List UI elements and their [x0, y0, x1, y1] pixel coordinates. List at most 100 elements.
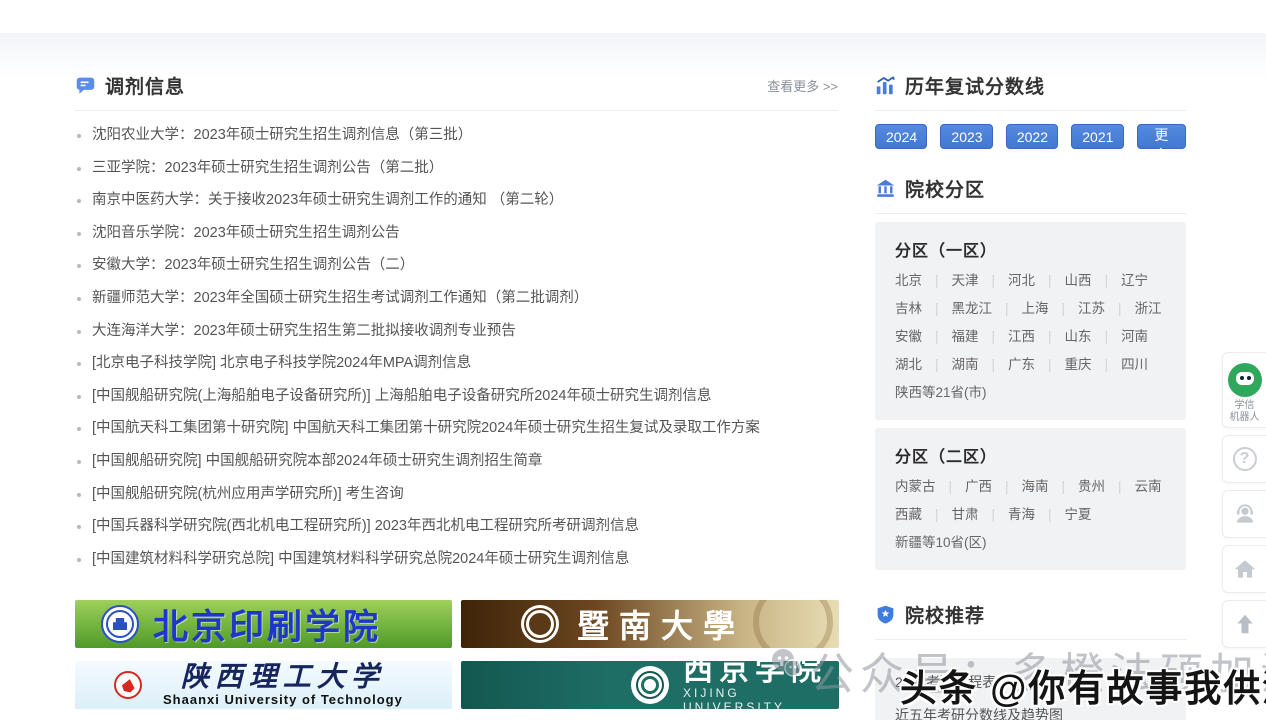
year-button[interactable]: 2022 — [1006, 124, 1058, 149]
home-button[interactable] — [1222, 545, 1266, 593]
province-row: 安徽福建江西山东河南 — [895, 323, 1166, 351]
banner-title: 暨南大學 — [577, 601, 745, 647]
zone2-title: 分区（二区） — [895, 443, 1166, 467]
xuexin-robot-button[interactable]: 学信 机器人 — [1222, 352, 1266, 428]
province-row: 湖北湖南广东重庆四川 — [895, 351, 1166, 379]
year-button[interactable]: 2021 — [1071, 124, 1123, 149]
province-link[interactable]: 湖北 — [895, 357, 922, 372]
section-title-adjustment-info: 调剂信息 — [105, 72, 185, 99]
province-link[interactable]: 海南 — [992, 479, 1049, 494]
province-link[interactable]: 福建 — [922, 329, 979, 344]
sidebar: 历年复试分数线 2024 2023 2022 2021 更多 院校分区 分区（一区） 北… — [875, 72, 1186, 720]
comment-icon — [75, 75, 96, 96]
banner-title: 陕西理工大学 — [181, 664, 385, 692]
customer-service-button[interactable] — [1222, 490, 1266, 538]
province-link[interactable]: 山东 — [1035, 329, 1092, 344]
banner-shaanxi-university-of-technology[interactable]: 陕西理工大学 Shaanxi University of Technology — [75, 661, 452, 709]
province-link[interactable]: 江西 — [979, 329, 1036, 344]
news-link[interactable]: 安徽大学：2023年硕士研究生招生调剂公告（二） — [75, 249, 838, 282]
news-link[interactable]: 南京中医药大学：关于接收2023年硕士研究生调剂工作的通知 （第二轮） — [75, 184, 838, 217]
university-logo — [521, 605, 559, 643]
banner-jinan-university[interactable]: 暨南大學 — [461, 600, 839, 648]
news-link[interactable]: 三亚学院：2023年硕士研究生招生调剂公告（第二批） — [75, 152, 838, 185]
news-link[interactable]: [中国兵器科学研究院(西北机电工程研究所)] 2023年西北机电工程研究所考研调… — [75, 510, 838, 543]
back-to-top-button[interactable] — [1222, 600, 1266, 648]
robot-label: 学信 机器人 — [1230, 400, 1260, 424]
news-link[interactable]: 大连海洋大学：2023年硕士研究生招生第二批拟接收调剂专业预告 — [75, 315, 838, 348]
province-link[interactable]: 山西 — [1035, 273, 1092, 288]
year-button[interactable]: 2023 — [940, 124, 992, 149]
back-to-top-icon — [1232, 611, 1258, 637]
year-button[interactable]: 更多 — [1137, 124, 1186, 149]
banner-xijing-university[interactable]: 西京学院 XIJING UNIVERSITY — [461, 661, 839, 709]
province-link[interactable]: 黑龙江 — [922, 301, 992, 316]
province-link[interactable]: 北京 — [895, 273, 922, 288]
recommend-link[interactable]: 近五年考研分数线及趋势图 — [895, 699, 1166, 720]
province-link[interactable]: 天津 — [922, 273, 979, 288]
news-link[interactable]: 沈阳农业大学：2023年硕士研究生招生调剂信息（第三批） — [75, 119, 838, 152]
header-divider — [75, 110, 838, 111]
section-title-score-lines: 历年复试分数线 — [905, 72, 1045, 99]
year-button[interactable]: 2024 — [875, 124, 927, 149]
province-link[interactable]: 广东 — [979, 357, 1036, 372]
school-building-icon — [875, 178, 896, 199]
news-link[interactable]: [中国舰船研究院(上海船舶电子设备研究所)] 上海船舶电子设备研究所2024年硕… — [75, 380, 838, 413]
news-link[interactable]: [中国建筑材料科学研究总院] 中国建筑材料科学研究总院2024年硕士研究生调剂信… — [75, 543, 838, 576]
home-icon — [1232, 556, 1258, 582]
province-link[interactable]: 青海 — [979, 507, 1036, 522]
news-link[interactable]: [中国舰船研究院] 中国舰船研究院本部2024年硕士研究生调剂招生简章 — [75, 445, 838, 478]
province-link[interactable]: 宁夏 — [1035, 507, 1092, 522]
banner-seal-decoration — [753, 600, 833, 648]
banner-title: 西京学院 — [683, 661, 839, 686]
customer-service-icon — [1232, 501, 1258, 527]
score-year-buttons: 2024 2023 2022 2021 更多 — [875, 124, 1186, 149]
province-link[interactable]: 河南 — [1092, 329, 1149, 344]
province-link[interactable]: 西藏 — [895, 507, 922, 522]
news-link[interactable]: [中国航天科工集团第十研究院] 中国航天科工集团第十研究院2024年硕士研究生招… — [75, 412, 838, 445]
badge-star-icon — [875, 604, 896, 625]
province-link[interactable]: 浙江 — [1105, 301, 1162, 316]
adjustment-info-section: 调剂信息 查看更多 >> 沈阳农业大学：2023年硕士研究生招生调剂信息（第三批… — [75, 72, 838, 575]
province-link[interactable]: 吉林 — [895, 301, 922, 316]
zone1-footer[interactable]: 陕西等21省(市) — [895, 379, 1166, 407]
view-more-link[interactable]: 查看更多 >> — [767, 76, 838, 95]
province-link[interactable]: 江苏 — [1049, 301, 1106, 316]
recommend-card: 2024考研日程表近五年考研分数线及趋势图在职考研这些影响你上岸的事情，请一定杜… — [875, 658, 1186, 720]
help-button[interactable]: ? — [1222, 435, 1266, 483]
university-logo — [101, 605, 139, 643]
header-divider — [875, 110, 1186, 111]
province-link[interactable]: 辽宁 — [1092, 273, 1149, 288]
header-divider — [875, 639, 1186, 640]
province-row: 内蒙古广西海南贵州云南 — [895, 473, 1166, 501]
zone1-title: 分区（一区） — [895, 237, 1166, 261]
banner-subtitle-en: XIJING UNIVERSITY — [683, 686, 839, 709]
bar-chart-icon — [875, 75, 896, 96]
province-link[interactable]: 安徽 — [895, 329, 922, 344]
banner-title: 北京印刷学院 — [153, 600, 381, 648]
province-link[interactable]: 内蒙古 — [895, 479, 936, 494]
zone2-footer[interactable]: 新疆等10省(区) — [895, 529, 1166, 557]
province-link[interactable]: 贵州 — [1049, 479, 1106, 494]
news-link[interactable]: 新疆师范大学：2023年全国硕士研究生招生考试调剂工作通知（第二批调剂） — [75, 282, 838, 315]
news-link[interactable]: 沈阳音乐学院：2023年硕士研究生招生调剂公告 — [75, 217, 838, 250]
province-link[interactable]: 河北 — [979, 273, 1036, 288]
university-logo — [631, 666, 669, 704]
province-link[interactable]: 重庆 — [1035, 357, 1092, 372]
university-logo — [109, 666, 147, 704]
section-title-partition: 院校分区 — [905, 175, 985, 202]
province-link[interactable]: 四川 — [1092, 357, 1149, 372]
province-link[interactable]: 甘肃 — [922, 507, 979, 522]
help-icon: ? — [1233, 447, 1257, 471]
province-link[interactable]: 湖南 — [922, 357, 979, 372]
province-link[interactable]: 广西 — [936, 479, 993, 494]
recommend-link[interactable]: 2024考研日程表 — [895, 666, 1166, 699]
province-link[interactable]: 云南 — [1105, 479, 1162, 494]
banner-beijing-institute-graphic-communication[interactable]: 北京印刷学院 — [75, 600, 452, 648]
zone2-card: 分区（二区） 内蒙古广西海南贵州云南 西藏甘肃青海宁夏 新疆等10省(区) — [875, 428, 1186, 570]
province-row: 北京天津河北山西辽宁 — [895, 267, 1166, 295]
province-row: 西藏甘肃青海宁夏 — [895, 501, 1166, 529]
news-link[interactable]: [中国舰船研究院(杭州应用声学研究所)] 考生咨询 — [75, 478, 838, 511]
news-link[interactable]: [北京电子科技学院] 北京电子科技学院2024年MPA调剂信息 — [75, 347, 838, 380]
province-link[interactable]: 上海 — [992, 301, 1049, 316]
banner-subtitle-en: Shaanxi University of Technology — [163, 692, 403, 707]
